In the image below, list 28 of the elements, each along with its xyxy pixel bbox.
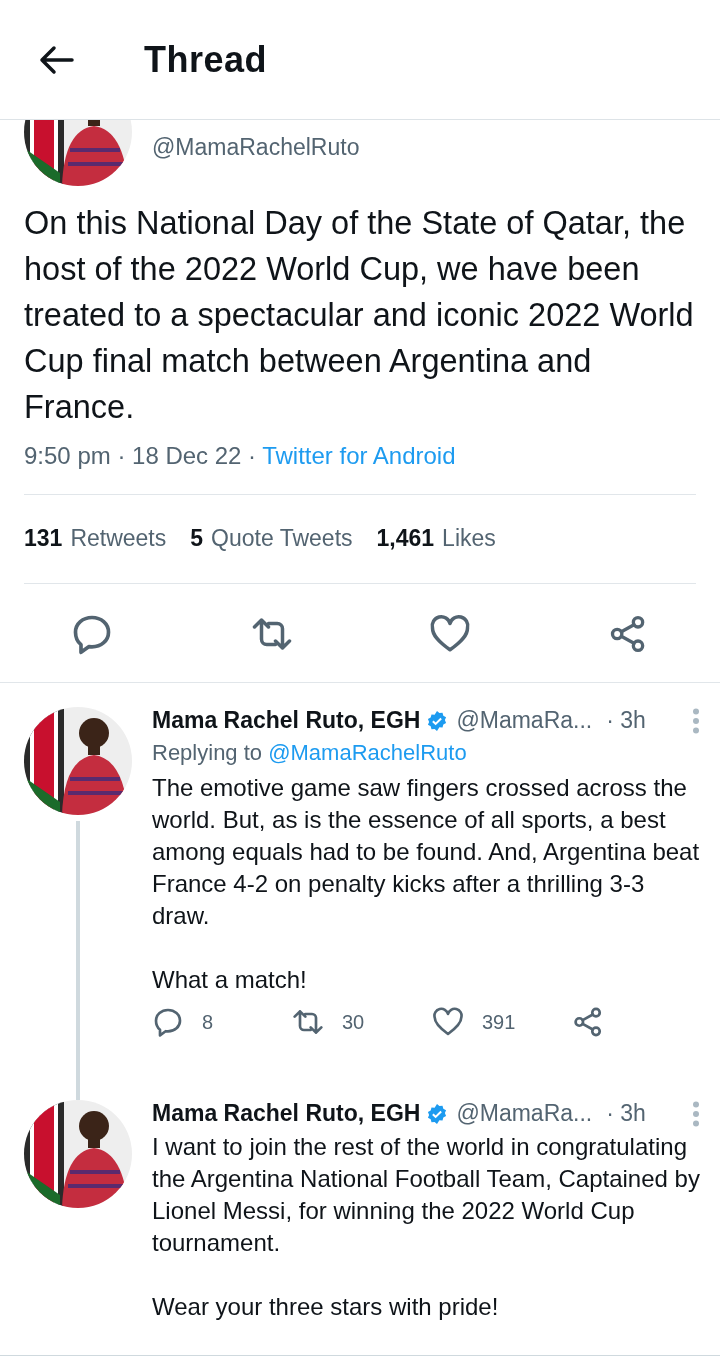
verified-icon: [426, 709, 449, 732]
user-handle: @MamaRachelRuto: [152, 133, 360, 161]
back-button[interactable]: [38, 44, 74, 75]
user-handle: @MamaRa...: [456, 707, 593, 734]
retweet-button[interactable]: 30: [292, 1006, 432, 1038]
reply-button[interactable]: 8: [152, 1006, 292, 1038]
post-age: · 3h: [606, 1100, 646, 1127]
reply-text: Wear your three stars with pride!: [152, 1292, 500, 1322]
stat-count[interactable]: 131 Retweets: [24, 525, 167, 552]
reply-text: The emotive game saw fingers crossed across the world. But, as is the essence of all sports, a best among equals had to be found. And, Argentina beat France 4-2 on penalty kicks after a thrilling 3-3 draw.: [152, 773, 700, 931]
stat-count[interactable]: 1,461 Likes: [376, 525, 496, 552]
heart-icon: [432, 1006, 464, 1038]
share-button[interactable]: [572, 1006, 604, 1038]
post-age: · 3h: [606, 707, 646, 734]
author-name: Mama Rachel Ruto, EGH: [152, 707, 421, 734]
reply-text: I want to join the rest of the world in congratulating the Argentina National Football Team, Captained by Lionel Messi, for winning the 2022 World Cup tournament.: [152, 1132, 700, 1258]
user-handle: @MamaRa...: [456, 1100, 593, 1127]
tweet-text: On this National Day of the State of Qatar, the host of the 2022 World Cup, we have been treated to a spectacular and iconic 2022 World Cup final match between Argentina and France.: [24, 204, 695, 427]
reply-icon: [152, 1006, 184, 1038]
tweet-timestamp: 9:50 pm · 18 Dec 22 ·: [24, 442, 257, 470]
reply-text: What a match!: [152, 965, 308, 995]
share-icon: [572, 1006, 604, 1038]
verified-icon: [426, 1102, 449, 1125]
page-title: Thread: [144, 38, 268, 81]
like-button[interactable]: 391: [432, 1006, 572, 1038]
stat-count[interactable]: 5 Quote Tweets: [190, 525, 353, 552]
replying-label: Replying to: [152, 740, 264, 765]
author-name: Mama Rachel Ruto, EGH: [152, 1100, 421, 1127]
